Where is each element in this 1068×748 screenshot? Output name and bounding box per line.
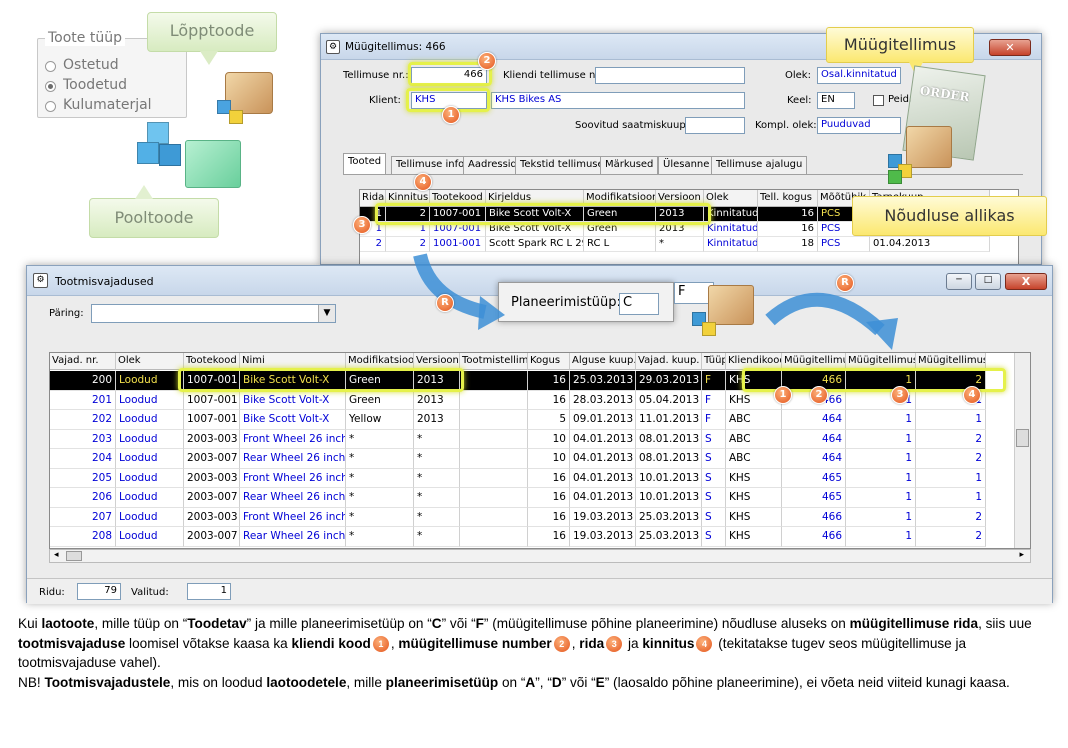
badge-3: 3 [891, 386, 909, 404]
text-run: NB! [18, 674, 45, 690]
badge-2: 2 [810, 386, 828, 404]
text-run: Kui [18, 616, 42, 631]
text-run: , mille [346, 674, 386, 690]
bold-text: tootmisvajaduse [18, 635, 126, 651]
bold-text: E [595, 674, 605, 690]
text-run: ja [624, 635, 643, 651]
bold-text: kliendi kood [291, 635, 371, 651]
badge-3: 3 [353, 216, 371, 234]
bold-text: rida [579, 635, 605, 651]
bold-text: müügitellimuse number [398, 635, 552, 651]
explanation-text: Kui laotoote, mille tüüp on “Toodetav” j… [18, 614, 1058, 692]
bold-text: F [475, 616, 484, 631]
text-run: ”, “ [535, 674, 552, 690]
bold-text: A [525, 674, 536, 690]
inline-badge: 4 [696, 635, 713, 652]
bold-text: laotoote [41, 616, 95, 631]
bold-text: Toodetav [187, 616, 247, 631]
badge-4: 4 [963, 386, 981, 404]
text-run: , mis on loodud [170, 674, 267, 690]
inline-badge: 1 [372, 635, 389, 652]
text-run: ” (laosaldo põhine planeerimine), ei võe… [604, 674, 1010, 690]
bold-text: Tootmisvajadustele [44, 674, 171, 690]
text-run: ” ja mille planeerimisetüüp on “ [246, 616, 432, 631]
inline-badge: 2 [553, 635, 570, 652]
badge-r: R [436, 294, 454, 312]
text-run: ” või “ [441, 616, 476, 631]
paragraph-2: NB! Tootmisvajadustele, mis on loodud la… [18, 673, 1058, 693]
bold-text: laotoodetele [266, 674, 347, 690]
badge-1: 1 [774, 386, 792, 404]
paragraph-1: Kui laotoote, mille tüüp on “Toodetav” j… [18, 614, 1058, 673]
bold-text: müügitellimuse rida [849, 616, 979, 631]
inline-badge: 3 [606, 635, 623, 652]
text-run: ” (müügitellimuse põhine planeerimine) n… [483, 616, 850, 631]
text-run: loomisel võtakse kaasa ka [125, 635, 292, 651]
text-run: , mille tüüp on “ [94, 616, 188, 631]
bold-text: D [551, 674, 562, 690]
badge-r: R [836, 274, 854, 292]
bold-text: planeerimisetüüp [385, 674, 499, 690]
text-run: , siis uue [978, 616, 1032, 631]
bold-text: kinnitus [642, 635, 695, 651]
text-run: on “ [498, 674, 526, 690]
bold-text: C [431, 616, 442, 631]
badge-2: 2 [478, 52, 496, 70]
text-run: ” või “ [561, 674, 596, 690]
badge-4: 4 [414, 173, 432, 191]
badge-1: 1 [442, 106, 460, 124]
highlight-needs-row [178, 368, 464, 392]
